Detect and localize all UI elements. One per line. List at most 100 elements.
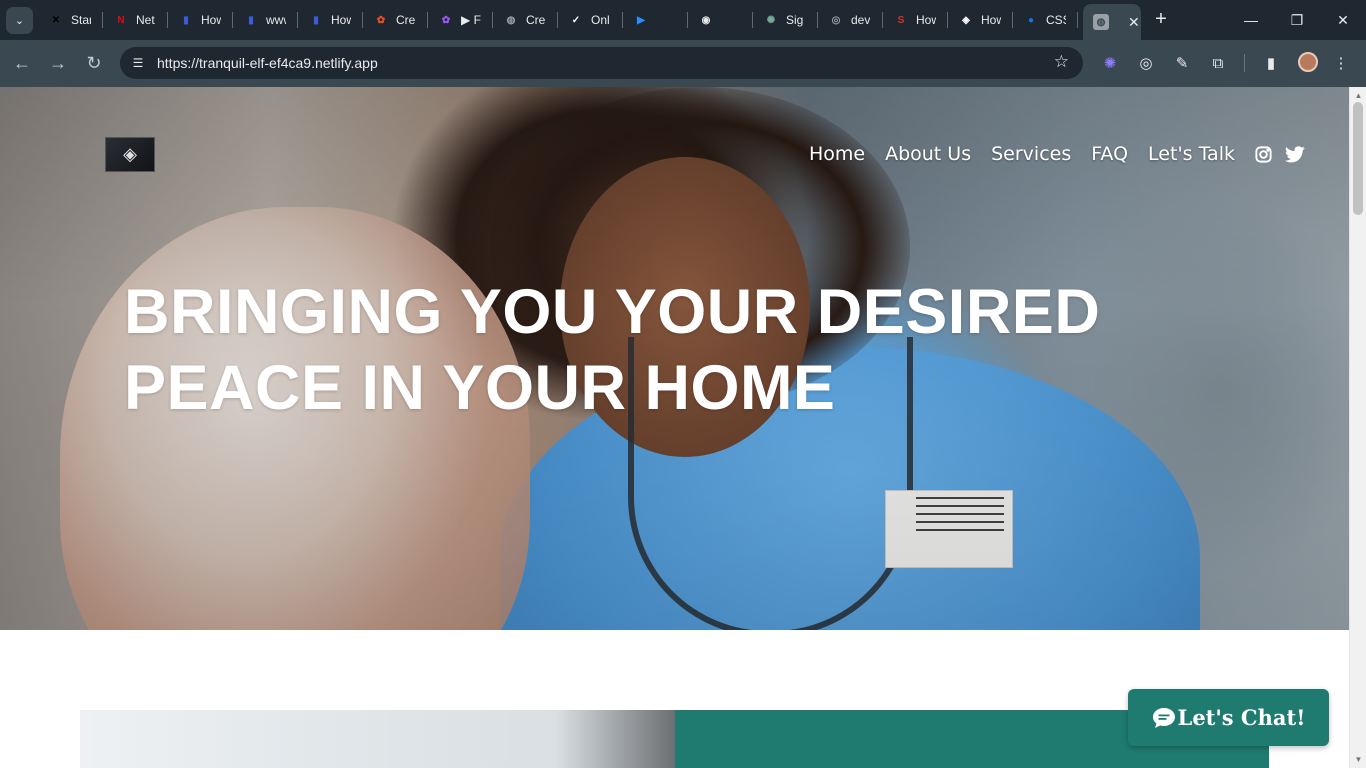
twitter-icon[interactable] [1285,144,1305,164]
back-arrow-icon[interactable]: ← [10,51,34,75]
tab-title: Onl [591,13,610,27]
browser-tab[interactable]: ● CSS [1013,4,1078,36]
browser-tab[interactable]: ✿ Cre [363,4,428,36]
minimize-button[interactable]: — [1228,0,1274,40]
tab-separator [1012,12,1013,28]
zoom-icon: ▶ [637,14,645,26]
site-navigation: Home About Us Services FAQ Let's Talk [789,143,1305,165]
menu-kebab-icon[interactable]: ⋮ [1330,52,1352,74]
netflix-icon: N [117,14,125,26]
side-panel-icon[interactable]: ▮ [1260,52,1282,74]
globe-icon: ◍ [506,14,516,26]
nav-services[interactable]: Services [991,143,1071,165]
restore-button[interactable]: ❐ [1274,0,1320,40]
tab-title: Net [136,13,155,27]
lets-chat-button[interactable]: Let's Chat! [1128,689,1329,746]
tab-separator [427,12,428,28]
tab-separator [102,12,103,28]
site-info-icon[interactable]: ☰ [128,53,148,73]
eyedropper-icon[interactable]: ✎ [1171,52,1193,74]
tab-active[interactable]: ◍ ✕ [1083,4,1141,40]
tab-title: How [981,13,1001,27]
scroll-up-icon[interactable]: ▲ [1354,91,1363,100]
bookmark-star-icon[interactable]: ☆ [1054,52,1069,72]
browser-tab[interactable]: ◉ [688,4,753,36]
site-icon: ◈ [962,14,970,26]
tab-separator [557,12,558,28]
browser-tab[interactable]: ✕ Star [38,4,103,36]
tab-title: Sig [786,13,804,27]
x-logo-icon: ✕ [51,14,61,26]
tab-separator [687,12,688,28]
tab-title: How [916,13,936,27]
browser-tab[interactable]: ✿ ▶ F [428,4,493,36]
tab-title: dev [851,13,871,27]
tab-title: Star [71,13,91,27]
browser-tabstrip: ⌄ ✕ Star N Net ▮ How ▮ www ▮ How ✿ Cre ✿ ▶ F ◍ Cre ✓ Onl ▶… [0,0,1366,40]
extension-icon[interactable]: ✺ [1099,52,1121,74]
scroll-down-icon[interactable]: ▼ [1354,755,1363,764]
instagram-icon[interactable] [1253,144,1273,164]
site-icon: ▮ [313,14,319,26]
reload-icon[interactable]: ↻ [82,51,106,75]
nav-home[interactable]: Home [809,143,865,165]
tab-title: CSS [1046,13,1066,27]
tab-separator [297,12,298,28]
browser-tab[interactable]: ▮ www [233,4,298,36]
globe-icon: ◍ [1093,14,1109,30]
tab-title: Cre [396,13,416,27]
nav-about-us[interactable]: About Us [885,143,971,165]
url-text[interactable]: https://tranquil-elf-ef4ca9.netlify.app [157,55,378,71]
site-icon: ✓ [571,14,581,26]
close-window-button[interactable]: ✕ [1320,0,1366,40]
extensions-puzzle-icon[interactable]: ⧉ [1207,52,1229,74]
tab-separator [947,12,948,28]
tab-separator [622,12,623,28]
browser-tab[interactable]: S How [883,4,948,36]
tab-title: ▶ F [461,13,481,27]
tab-separator [167,12,168,28]
chrome-icon: ◎ [831,14,841,26]
site-icon: S [897,14,905,26]
hero-section: ◈ Home About Us Services FAQ Let's Talk … [0,87,1349,630]
new-tab-button[interactable]: + [1150,8,1172,30]
about-section-image [80,710,675,768]
browser-tab[interactable]: ▮ How [168,4,233,36]
forward-arrow-icon[interactable]: → [46,51,70,75]
tab-title: Cre [526,13,546,27]
browser-toolbar: ← → ↻ ☰ https://tranquil-elf-ef4ca9.netl… [0,40,1366,87]
chat-bubble-icon [1152,707,1175,728]
tab-close-icon[interactable]: ✕ [1128,14,1140,31]
browser-tab[interactable]: ▮ How [298,4,363,36]
page-scrollbar[interactable]: ▲ ▼ [1349,87,1366,768]
browser-tab[interactable]: ◎ dev [818,4,883,36]
tab-title: How [201,13,221,27]
scrollbar-thumb[interactable] [1353,102,1363,215]
site-logo-icon[interactable]: ◈ [105,137,155,172]
chatgpt-icon: ✺ [766,14,776,26]
nav-lets-talk[interactable]: Let's Talk [1148,143,1235,165]
record-icon: ◉ [701,14,711,26]
browser-tab[interactable]: ▶ [623,4,688,36]
site-icon: ● [1027,14,1035,26]
tab-separator [882,12,883,28]
address-bar[interactable]: ☰ https://tranquil-elf-ef4ca9.netlify.ap… [120,47,1083,79]
profile-avatar[interactable] [1298,52,1318,72]
site-icon: ▮ [248,14,254,26]
browser-tab[interactable]: ✓ Onl [558,4,623,36]
tab-separator [1077,12,1078,28]
figma-icon: ✿ [376,14,386,26]
browser-tab[interactable]: ✺ Sig [753,4,818,36]
browser-tab[interactable]: ◍ Cre [493,4,558,36]
extension-target-icon[interactable]: ◎ [1135,52,1157,74]
nav-faq[interactable]: FAQ [1091,143,1128,165]
tab-separator [817,12,818,28]
tab-title: www [266,13,286,27]
tab-separator [232,12,233,28]
tab-search-chevron-icon[interactable]: ⌄ [6,7,33,34]
browser-tab[interactable]: N Net [103,4,168,36]
tab-separator [752,12,753,28]
lets-chat-label: Let's Chat! [1177,705,1306,730]
browser-tab[interactable]: ◈ How [948,4,1013,36]
tab-separator [492,12,493,28]
